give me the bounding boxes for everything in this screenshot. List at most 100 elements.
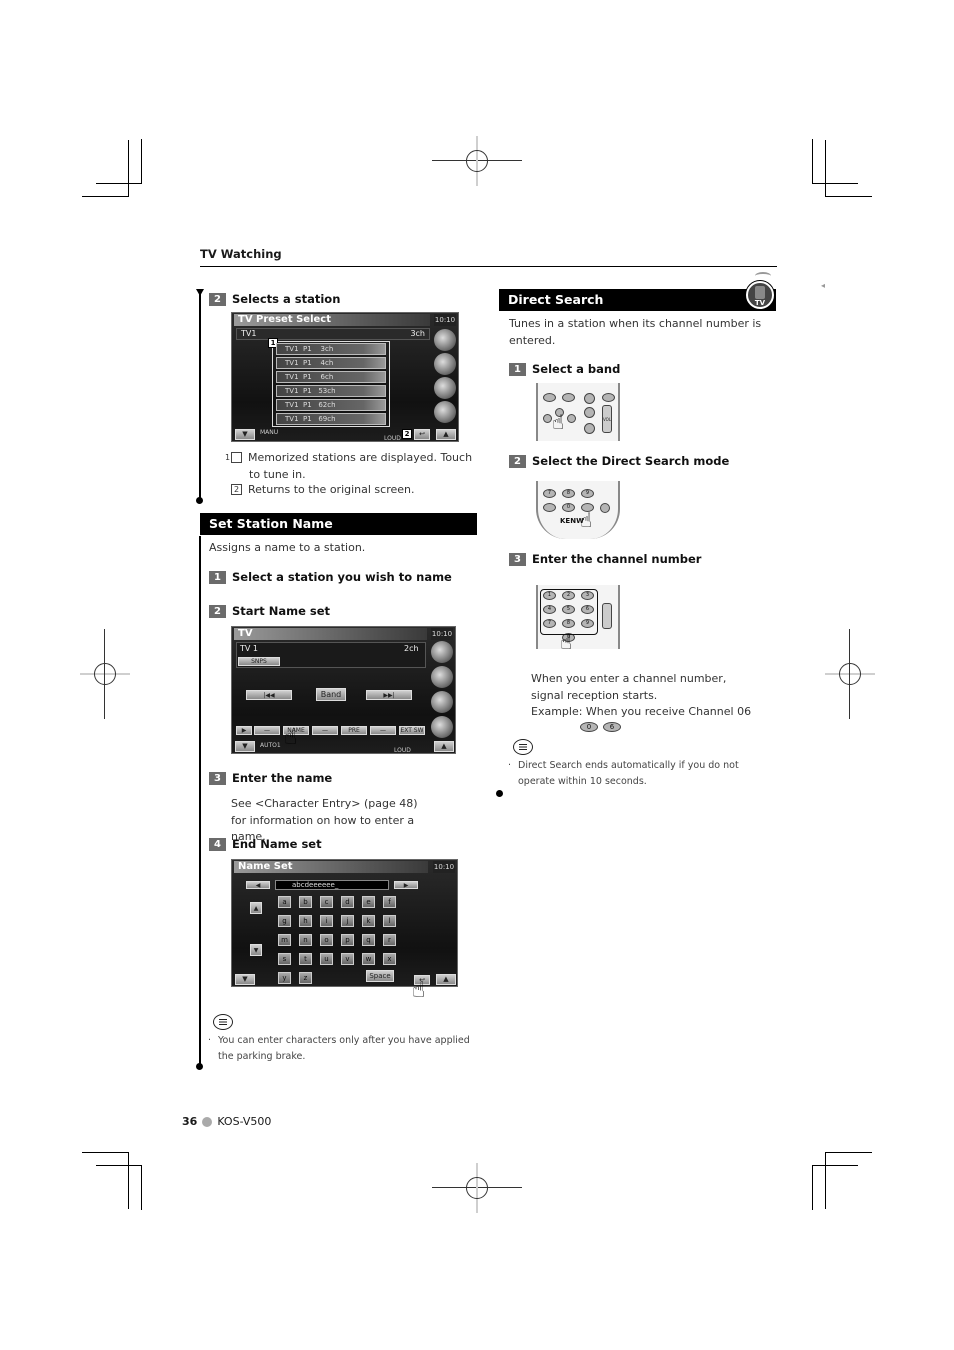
return-button[interactable]: ↩ [414, 429, 430, 440]
character-key[interactable]: h [299, 915, 312, 927]
preset-row[interactable]: TV1 P1 53ch [276, 385, 386, 397]
character-key[interactable]: y [278, 972, 291, 984]
volume-down-button[interactable]: ▼ [235, 429, 255, 440]
character-key[interactable]: r [383, 934, 396, 946]
example-key-0: 0 [580, 722, 598, 732]
character-key[interactable]: i [320, 915, 333, 927]
step-number: 3 [209, 771, 226, 785]
header-rule [200, 266, 777, 267]
character-key[interactable]: s [278, 953, 291, 965]
character-key[interactable]: b [299, 896, 312, 908]
flow-line [199, 536, 201, 1066]
character-key[interactable]: u [320, 953, 333, 965]
cursor-right-button[interactable]: ▶ [394, 881, 418, 889]
character-key[interactable]: p [341, 934, 354, 946]
registration-mark-right [825, 629, 875, 719]
side-icon-speaker[interactable] [434, 377, 456, 399]
character-key[interactable]: q [362, 934, 375, 946]
preset-row[interactable]: TV1 P1 62ch [276, 399, 386, 411]
character-key[interactable]: e [362, 896, 375, 908]
key-9: 9 [581, 489, 594, 498]
note-icon [513, 739, 533, 755]
side-icon-media[interactable] [434, 353, 456, 375]
volume-up-button[interactable]: ▲ [434, 741, 454, 752]
preset-row[interactable]: TV1 P1 4ch [276, 357, 386, 369]
character-key[interactable]: c [320, 896, 333, 908]
step-1: 1 Select a band [509, 362, 620, 376]
character-key[interactable]: w [362, 953, 375, 965]
seek-back-button[interactable]: |◀◀ [246, 690, 292, 700]
character-key[interactable]: n [299, 934, 312, 946]
play-button[interactable]: ▶ [236, 726, 252, 735]
volume-down-button[interactable]: ▼ [235, 741, 255, 752]
preset-row[interactable]: TV1 P1 69ch [276, 413, 386, 425]
func-button[interactable]: — [312, 726, 338, 735]
character-key[interactable]: k [362, 915, 375, 927]
volume-up-button[interactable]: ▲ [436, 429, 456, 440]
vol-rocker [602, 603, 612, 629]
character-key[interactable]: a [278, 896, 291, 908]
key-0: 0 [562, 503, 575, 512]
key-7: 7 [543, 489, 556, 498]
character-key[interactable]: o [320, 934, 333, 946]
volume-down-button[interactable]: ▼ [235, 974, 255, 985]
preset-button[interactable]: PRE [341, 726, 367, 735]
func-button[interactable]: — [370, 726, 396, 735]
step-number: 1 [509, 362, 526, 376]
snps-button[interactable]: SNPS [238, 657, 280, 666]
remote-button [584, 423, 595, 434]
example-text: Example: When you receive Channel 06 [531, 705, 752, 718]
volume-up-button[interactable]: ▲ [436, 974, 456, 985]
cursor-left-button[interactable]: ◀ [246, 881, 270, 889]
remote-button [584, 407, 595, 418]
clear-button [543, 503, 556, 512]
remote-direct-button-illustration: 7 8 9 0 KENW ☝ [536, 481, 620, 539]
scroll-down-button[interactable]: ▼ [250, 944, 262, 956]
character-key[interactable]: v [341, 953, 354, 965]
character-key[interactable]: j [341, 915, 354, 927]
registration-mark-bottom [432, 1163, 522, 1213]
screen-title: Name Set [234, 861, 428, 873]
seek-forward-button[interactable]: ▶▶| [366, 690, 412, 700]
clock: 10:10 [433, 861, 455, 873]
character-key[interactable]: l [383, 915, 396, 927]
character-key[interactable]: t [299, 953, 312, 965]
registration-mark-left [80, 629, 130, 719]
prev-button [543, 414, 552, 423]
space-button[interactable]: Space [366, 970, 394, 982]
crop-mark [128, 1152, 129, 1209]
screen-title: TV Preset Select [234, 314, 430, 326]
character-key[interactable]: x [383, 953, 396, 965]
side-icon-menu[interactable] [431, 641, 453, 663]
ext-sw-button[interactable]: EXT SW [399, 726, 425, 735]
exit-button [600, 503, 610, 513]
func-button[interactable]: — [254, 726, 280, 735]
remote-button [602, 393, 615, 402]
scroll-up-button[interactable]: ▲ [250, 902, 262, 914]
band-label: TV 1 [240, 644, 258, 653]
crop-mark [825, 1152, 826, 1209]
side-icon-settings[interactable] [431, 716, 453, 738]
preset-row[interactable]: TV1 P1 6ch [276, 371, 386, 383]
side-icon-media[interactable] [431, 666, 453, 688]
step-label: Enter the channel number [532, 552, 702, 566]
side-icon-settings[interactable] [434, 401, 456, 423]
note-item-2: 2 Returns to the original screen. [231, 482, 479, 499]
side-icon-menu[interactable] [434, 329, 456, 351]
remote-button [543, 393, 556, 402]
character-key[interactable]: z [299, 972, 312, 984]
band-label: TV1 [241, 329, 257, 338]
character-key[interactable]: f [383, 896, 396, 908]
character-key[interactable]: g [278, 915, 291, 927]
band-button[interactable]: Band [316, 688, 346, 701]
preset-row[interactable]: TV1 P1 3ch [276, 343, 386, 355]
step-2: 2 Select the Direct Search mode [509, 454, 729, 468]
clock: 10:10 [434, 314, 456, 326]
character-key[interactable]: d [341, 896, 354, 908]
character-key[interactable]: m [278, 934, 291, 946]
step-label: Enter the name [232, 771, 333, 785]
note-text: Memorized stations are displayed. Touch … [248, 451, 473, 481]
name-input[interactable]: abcdeeeeee_ [275, 880, 389, 890]
key-8: 8 [562, 489, 575, 498]
side-icon-speaker[interactable] [431, 691, 453, 713]
